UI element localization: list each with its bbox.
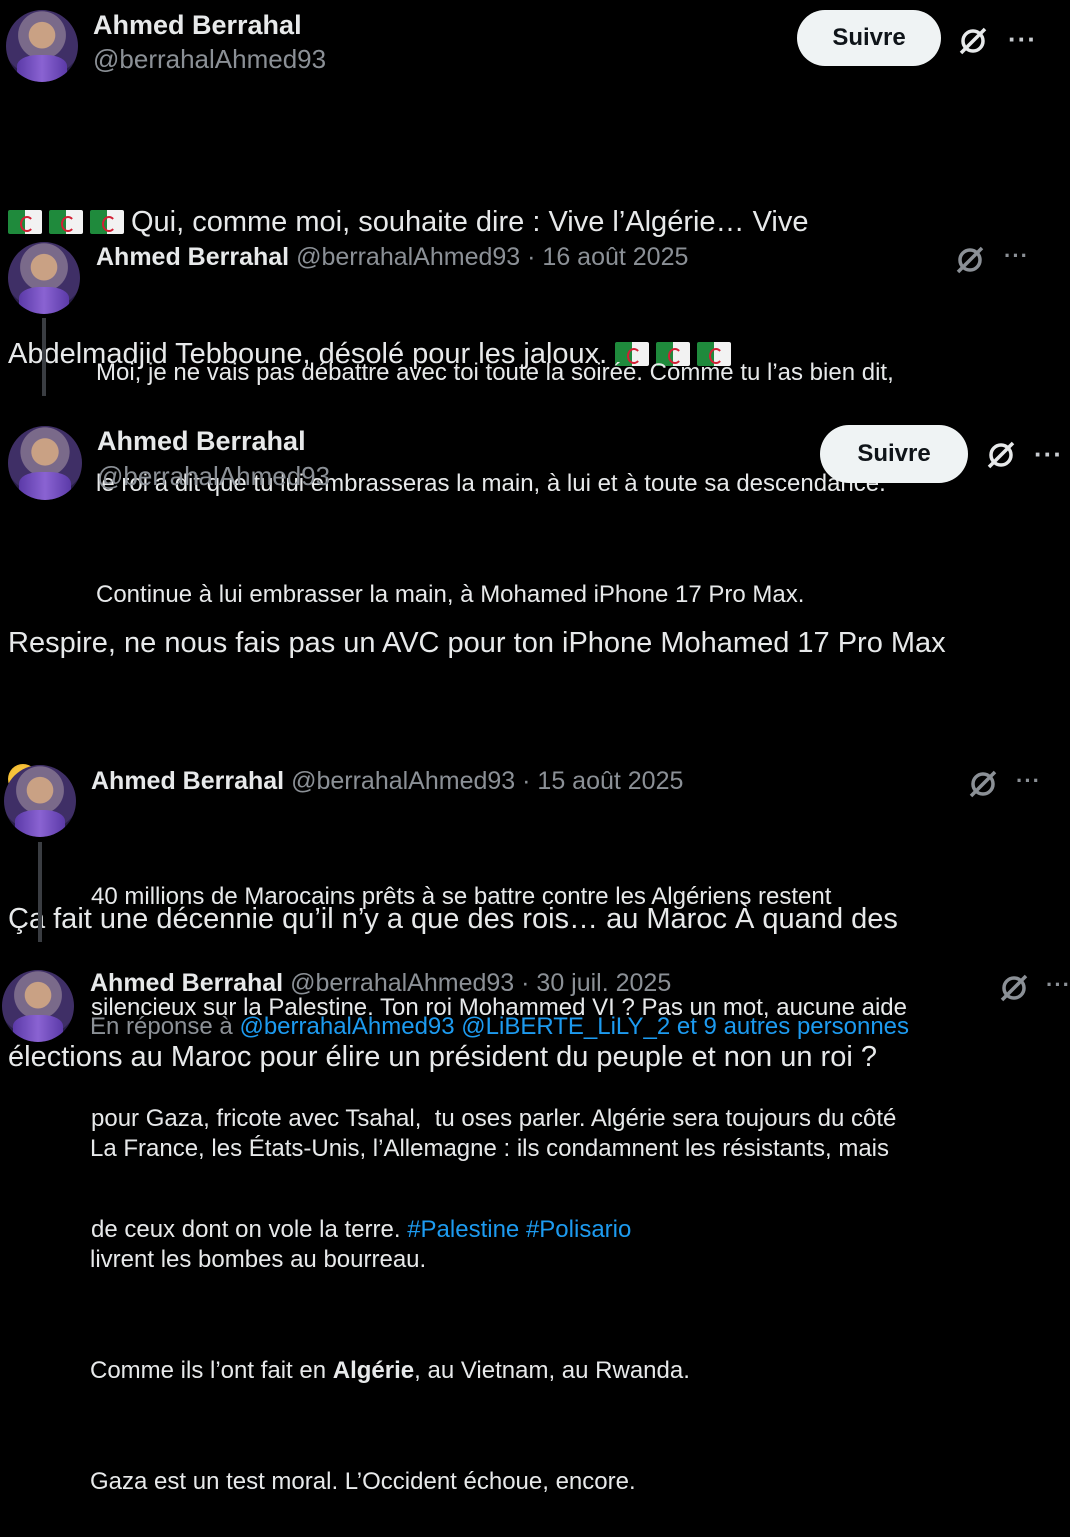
author-name[interactable]: Ahmed Berrahal (97, 426, 306, 457)
reply-text-bold: Algérie (332, 1357, 415, 1384)
follow-button[interactable]: Suivre (797, 10, 941, 66)
more-options-icon[interactable]: ··· (1034, 441, 1063, 467)
reply-text-fragment: Comme ils l’ont fait en (90, 1357, 333, 1384)
thread-connector (42, 318, 46, 396)
post-text-line: Respire, ne nous fais pas un AVC pour to… (8, 627, 946, 659)
reply-text: La France, les États-Unis, l’Allemagne :… (90, 1056, 889, 1537)
reply-text-line: Moi, je ne vais pas débattre avec toi to… (96, 359, 894, 386)
grok-icon[interactable] (997, 971, 1031, 1005)
author-handle[interactable]: @berrahalAhmed93 (97, 461, 330, 492)
grok-icon[interactable] (953, 243, 987, 277)
more-options-icon[interactable]: ··· (1004, 245, 1029, 267)
reply-text-line: livrent les bombes au bourreau. (90, 1246, 427, 1273)
grok-icon[interactable] (956, 24, 990, 58)
author-meta[interactable]: @berrahalAhmed93 · 15 août 2025 (291, 767, 683, 795)
follow-button[interactable]: Suivre (820, 425, 968, 483)
reply-prefix: En réponse à (90, 1013, 233, 1040)
algeria-flag-icon (49, 210, 83, 234)
author-meta[interactable]: @berrahalAhmed93 · 16 août 2025 (296, 243, 688, 271)
avatar[interactable] (8, 242, 80, 314)
reply-text-line: Gaza est un test moral. L’Occident échou… (90, 1468, 636, 1495)
author-name[interactable]: Ahmed Berrahal (93, 10, 302, 41)
thread-connector (38, 842, 42, 942)
reply-header: Ahmed Berrahal @berrahalAhmed93 · 30 jui… (90, 969, 671, 998)
reply-header: Ahmed Berrahal @berrahalAhmed93 · 15 aoû… (91, 767, 683, 796)
grok-icon[interactable] (966, 767, 1000, 801)
grok-icon[interactable] (984, 438, 1018, 472)
author-name[interactable]: Ahmed Berrahal (96, 243, 289, 271)
avatar[interactable] (8, 426, 82, 500)
avatar[interactable] (2, 970, 74, 1042)
algeria-flag-icon (90, 210, 124, 234)
reply-text-line: La France, les États-Unis, l’Allemagne :… (90, 1135, 889, 1162)
author-name[interactable]: Ahmed Berrahal (91, 767, 284, 795)
author-meta[interactable]: @berrahalAhmed93 · 30 juil. 2025 (290, 969, 671, 997)
author-name[interactable]: Ahmed Berrahal (90, 969, 283, 997)
avatar[interactable] (6, 10, 78, 82)
avatar[interactable] (4, 765, 76, 837)
post-text-line: Qui, comme moi, souhaite dire : Vive l’A… (131, 206, 809, 238)
reply-context: En réponse à @berrahalAhmed93 @LiBERTE_L… (90, 1013, 909, 1041)
reply-text-fragment: , au Vietnam, au Rwanda. (414, 1357, 690, 1384)
author-handle[interactable]: @berrahalAhmed93 (93, 44, 326, 75)
reply-text-line: 40 millions de Marocains prêts à se batt… (91, 883, 832, 910)
algeria-flag-icon (8, 210, 42, 234)
more-options-icon[interactable]: ··· (1016, 770, 1041, 792)
more-options-icon[interactable]: ··· (1046, 974, 1070, 996)
reply-targets-link[interactable]: @berrahalAhmed93 @LiBERTE_LiLY_2 et 9 au… (239, 1013, 909, 1040)
reply-header: Ahmed Berrahal @berrahalAhmed93 · 16 aoû… (96, 243, 688, 272)
more-options-icon[interactable]: ··· (1008, 26, 1037, 52)
